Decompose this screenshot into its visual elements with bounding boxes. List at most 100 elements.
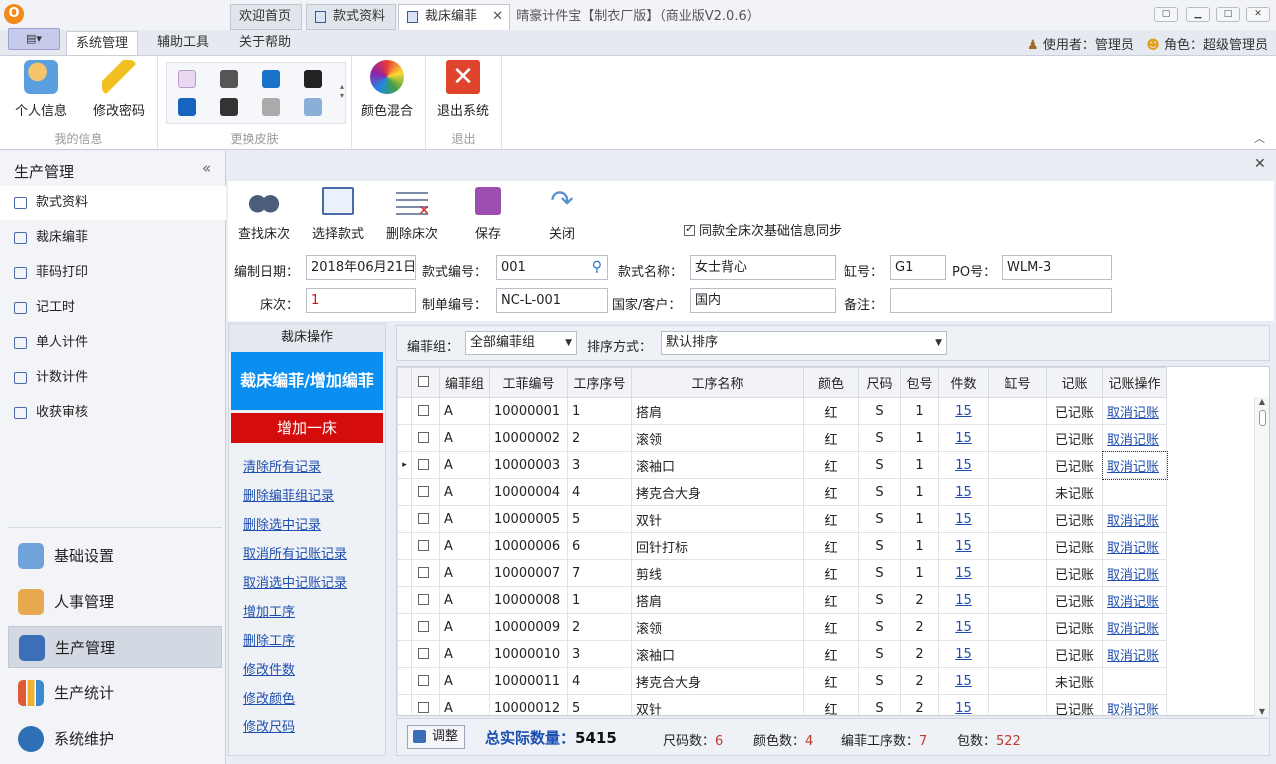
row-checkbox[interactable] [411, 613, 440, 641]
sync-checkbox[interactable]: 同款全床次基础信息同步 [684, 220, 842, 239]
cell-qty[interactable]: 15 [938, 478, 989, 506]
sidebar-item-count-piece[interactable]: 计数计件 [0, 361, 226, 395]
row-checkbox[interactable] [411, 505, 440, 533]
table-row[interactable]: A 10000006 6 回针打标红 S 1 15 已记账 取消记账 [397, 532, 1167, 560]
cell-qty[interactable]: 15 [938, 667, 989, 695]
table-row[interactable]: A 10000004 4 拷克合大身红 S 1 15 未记账 [397, 478, 1167, 506]
row-checkbox[interactable] [411, 478, 440, 506]
cell-qty[interactable]: 15 [938, 397, 989, 425]
col-process-name-header[interactable]: 工序名称 [631, 367, 804, 398]
table-row[interactable]: A 10000005 5 双针红 S 1 15 已记账 取消记账 [397, 505, 1167, 533]
po-field[interactable]: WLM-3 [1002, 255, 1112, 280]
find-bed-button[interactable]: 查找床次 [234, 187, 294, 242]
add-bed-button[interactable]: 增加一床 [231, 413, 383, 443]
module-production[interactable]: 生产管理 [8, 626, 222, 668]
delete-process-link[interactable]: 删除工序 [243, 630, 295, 649]
cell-account-op[interactable]: 取消记账 [1102, 640, 1167, 668]
row-checkbox[interactable] [411, 532, 440, 560]
skin-blue-icon[interactable] [262, 70, 280, 88]
cell-account-op[interactable]: 取消记账 [1102, 397, 1167, 425]
close-window-button[interactable]: ✕ [1246, 7, 1270, 22]
search-icon[interactable]: ⚲ [592, 256, 602, 279]
group-filter-select[interactable]: 全部编菲组 ▼ [465, 331, 577, 355]
skin-office-dark-icon[interactable] [220, 98, 238, 116]
cell-account-op[interactable]: 取消记账 [1102, 505, 1167, 533]
personal-info-button[interactable]: 个人信息 [6, 60, 76, 119]
select-style-button[interactable]: 选择款式 [308, 187, 368, 242]
cell-qty[interactable]: 15 [938, 559, 989, 587]
row-checkbox[interactable] [411, 694, 440, 715]
order-field[interactable]: NC-L-001 [496, 288, 608, 313]
cell-qty[interactable]: 15 [938, 532, 989, 560]
close-tab-icon[interactable]: ✕ [492, 5, 503, 29]
col-account-header[interactable]: 记账 [1046, 367, 1103, 398]
change-password-button[interactable]: 修改密码 [84, 60, 154, 119]
cell-qty[interactable]: 15 [938, 613, 989, 641]
country-field[interactable]: 国内 [690, 288, 836, 313]
close-panel-icon[interactable]: ✕ [1254, 156, 1266, 172]
skin-tiles-icon[interactable] [304, 98, 322, 116]
table-row[interactable]: A 10000001 1 搭肩红 S 1 15 已记账 取消记账 [397, 397, 1167, 425]
col-group-header[interactable]: 编菲组 [439, 367, 490, 398]
edit-quantity-link[interactable]: 修改件数 [243, 659, 295, 678]
tab-tools[interactable]: 辅助工具 [148, 31, 218, 56]
col-process-seq-header[interactable]: 工序序号 [567, 367, 632, 398]
cell-account-op[interactable]: 取消记账 [1102, 532, 1167, 560]
restore-layout-button[interactable]: ▢ [1154, 7, 1178, 22]
row-checkbox[interactable] [411, 586, 440, 614]
delete-bed-button[interactable]: ✕ 删除床次 [382, 187, 442, 242]
cancel-selected-accounting-link[interactable]: 取消选中记账记录 [243, 572, 347, 591]
col-pack-header[interactable]: 包号 [900, 367, 939, 398]
module-statistics[interactable]: 生产统计 [8, 672, 222, 714]
row-checkbox[interactable] [411, 397, 440, 425]
date-field[interactable]: 2018年06月21日 [306, 255, 416, 280]
row-checkbox[interactable] [411, 424, 440, 452]
cell-qty[interactable]: 15 [938, 505, 989, 533]
row-checkbox[interactable] [411, 667, 440, 695]
row-checkbox[interactable] [411, 559, 440, 587]
sidebar-item-single-piece[interactable]: 单人计件 [0, 326, 226, 360]
scroll-thumb[interactable] [1258, 410, 1266, 426]
col-size-header[interactable]: 尺码 [858, 367, 901, 398]
edit-color-link[interactable]: 修改颜色 [243, 688, 295, 707]
table-row[interactable]: A 10000002 2 滚领红 S 1 15 已记账 取消记账 [397, 424, 1167, 452]
row-checkbox[interactable] [411, 640, 440, 668]
sort-select[interactable]: 默认排序 ▼ [661, 331, 947, 355]
style-name-field[interactable]: 女士背心 [690, 255, 836, 280]
save-button[interactable]: 保存 [460, 187, 516, 242]
delete-selected-link[interactable]: 删除选中记录 [243, 514, 321, 533]
table-row[interactable]: A 10000009 2 滚领红 S 2 15 已记账 取消记账 [397, 613, 1167, 641]
sidebar-item-cutting[interactable]: 裁床编菲 [0, 221, 226, 255]
col-account-op-header[interactable]: 记账操作 [1102, 367, 1167, 398]
select-all-header[interactable] [411, 367, 440, 398]
table-row[interactable]: ▸ A 10000003 3 滚袖口红 S 1 15 已记账 取消记账 [397, 450, 1168, 480]
cell-account-op[interactable]: 取消记账 [1102, 586, 1167, 614]
cell-qty[interactable]: 15 [938, 451, 989, 479]
adjust-button[interactable]: 调整 [407, 725, 465, 749]
delete-group-link[interactable]: 删除编菲组记录 [243, 485, 334, 504]
gallery-scroll-icon[interactable]: ▴ ▾ [340, 82, 344, 100]
cell-qty[interactable]: 15 [938, 640, 989, 668]
scroll-up-icon[interactable]: ▲ [1255, 397, 1269, 406]
note-field[interactable] [890, 288, 1112, 313]
tab-system-management[interactable]: 系统管理 [66, 31, 139, 56]
module-basic-settings[interactable]: 基础设置 [8, 535, 222, 577]
sidebar-item-style-info[interactable]: 款式资料 [0, 186, 226, 220]
app-menu-button[interactable]: ▤▾ [8, 28, 60, 50]
clear-all-link[interactable]: 清除所有记录 [243, 456, 321, 475]
grid-scrollbar[interactable]: ▲ ▼ [1254, 397, 1269, 716]
col-qty-header[interactable]: 件数 [938, 367, 989, 398]
cancel-all-accounting-link[interactable]: 取消所有记账记录 [243, 543, 347, 562]
cell-qty[interactable]: 15 [938, 694, 989, 715]
skin-office-gray-icon[interactable] [262, 98, 280, 116]
skin-office-blue-icon[interactable] [178, 98, 196, 116]
cell-qty[interactable]: 15 [938, 586, 989, 614]
collapse-ribbon-icon[interactable]: ︿ [1254, 130, 1265, 146]
style-no-field[interactable]: 001 ⚲ [496, 255, 608, 280]
row-checkbox[interactable] [411, 451, 440, 479]
minimize-button[interactable]: ▁ [1186, 7, 1210, 22]
scroll-down-icon[interactable]: ▼ [1255, 707, 1269, 716]
table-row[interactable]: A 10000008 1 搭肩红 S 2 15 已记账 取消记账 [397, 586, 1167, 614]
col-vat-header[interactable]: 缸号 [988, 367, 1047, 398]
table-row[interactable]: A 10000010 3 滚袖口红 S 2 15 已记账 取消记账 [397, 640, 1167, 668]
